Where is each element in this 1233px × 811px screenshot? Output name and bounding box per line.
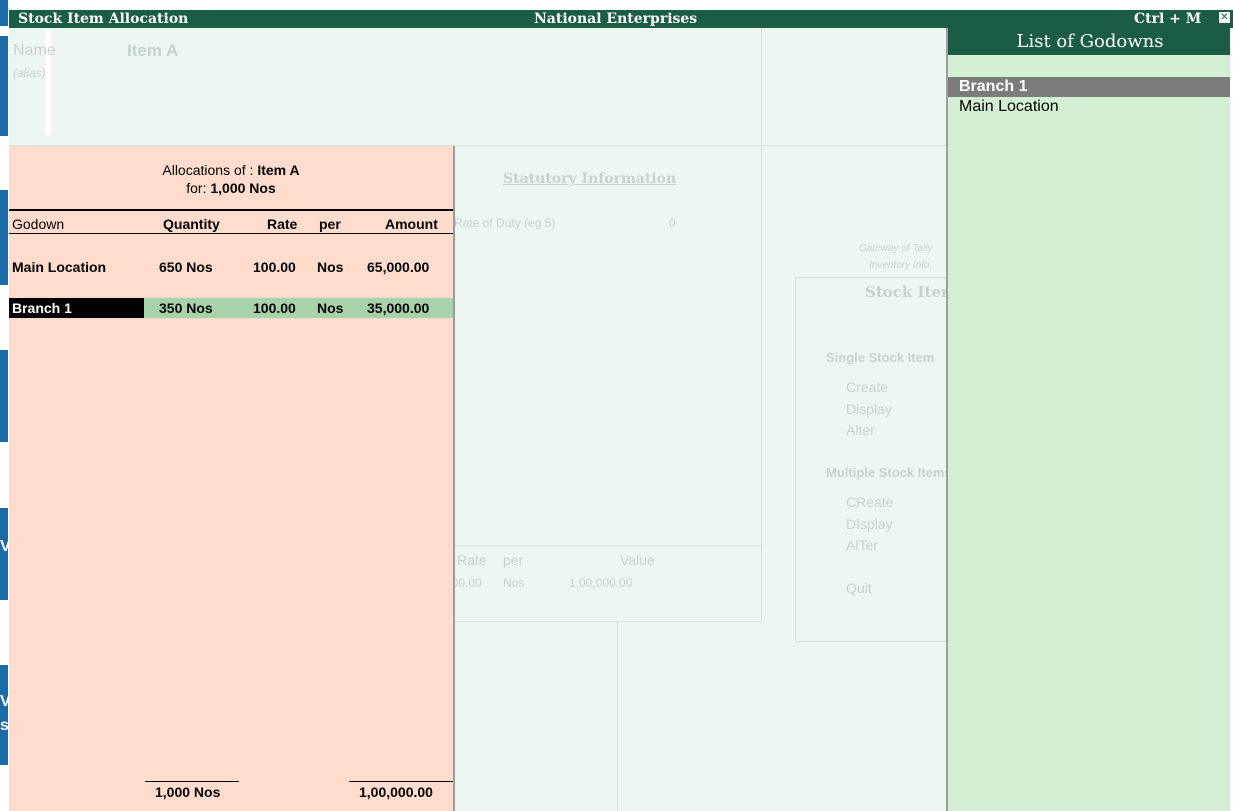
statutory-heading: Statutory Information	[503, 171, 677, 187]
side-tab[interactable]	[0, 36, 8, 136]
col-quantity: Quantity	[163, 216, 220, 232]
row-rate: 100.00	[253, 300, 296, 316]
bottom-per-value: Nos	[503, 576, 525, 590]
divider	[454, 545, 762, 546]
menu-quit: Quit	[846, 580, 872, 596]
bottom-rate-label: Rate	[457, 552, 487, 568]
row-per: Nos	[317, 259, 344, 275]
bottom-per-label: per	[503, 552, 524, 568]
row-godown[interactable]: Branch 1	[12, 298, 72, 318]
row-rate: 100.00	[253, 259, 296, 275]
col-per: per	[319, 216, 341, 232]
bottom-value: 1,00,000.00	[569, 576, 633, 590]
row-quantity: 650 Nos	[159, 259, 213, 275]
list-item[interactable]: Branch 1	[948, 77, 1232, 97]
multiple-stock-heading: Multiple Stock Items	[826, 465, 952, 480]
table-row[interactable]: Main Location 650 Nos 100.00 Nos 65,000.…	[9, 257, 453, 277]
allocation-for-label: for:	[186, 180, 207, 196]
divider	[454, 621, 762, 622]
shortcut-hint: Ctrl + M	[1134, 11, 1202, 27]
total-line	[145, 781, 239, 782]
list-of-godowns-panel: List of Godowns Branch 1 Main Location	[946, 28, 1232, 811]
header-bottom-line	[9, 233, 453, 234]
col-amount: Amount	[385, 216, 438, 232]
list-item[interactable]: Main Location	[948, 97, 1232, 117]
name-label: Name	[13, 42, 56, 59]
side-tab[interactable]	[0, 350, 8, 442]
menu-alter-multi: AlTer	[846, 537, 878, 553]
company-name: National Enterprises	[534, 11, 698, 27]
inventory-info-label: Inventory Info.	[869, 260, 933, 271]
side-tab[interactable]	[0, 190, 8, 285]
screen-title: Stock Item Allocation	[18, 11, 189, 27]
total-quantity: 1,000 Nos	[155, 784, 221, 800]
gateway-label: Gateway of Tally	[859, 243, 933, 254]
rate-of-duty-label: Rate of Duty (eg 5)	[454, 216, 556, 230]
menu-display: Display	[846, 401, 892, 417]
side-tab[interactable]: V	[0, 508, 11, 600]
side-tab[interactable]	[0, 0, 8, 26]
allocation-of-label: Allocations of :	[162, 162, 254, 178]
side-tab[interactable]: V s	[0, 665, 11, 765]
col-rate: Rate	[267, 216, 298, 232]
stock-items-menu-box	[795, 277, 967, 642]
row-amount: 65,000.00	[367, 259, 430, 275]
name-value: Item A	[127, 41, 179, 60]
header-top-line	[9, 209, 453, 211]
rate-of-duty-value: 0	[669, 216, 676, 230]
close-icon[interactable]: ✕	[1219, 12, 1230, 23]
list-title: List of Godowns	[948, 28, 1232, 55]
row-per: Nos	[317, 300, 344, 316]
allocation-item: Item A	[257, 162, 300, 178]
title-bar: Stock Item Allocation National Enterpris…	[9, 10, 1233, 28]
row-amount: 35,000.00	[367, 300, 430, 316]
allocation-for-qty: 1,000 Nos	[210, 180, 276, 196]
divider	[761, 28, 762, 621]
menu-create-multi: CReate	[846, 494, 894, 510]
side-tab-letter: s	[0, 717, 9, 734]
menu-display-multi: DIsplay	[846, 516, 893, 532]
table-row[interactable]: Branch 1 350 Nos 100.00 Nos 35,000.00	[9, 298, 453, 318]
total-line	[349, 781, 453, 782]
allocation-header: Allocations of : Item A for: 1,000 Nos	[9, 161, 453, 197]
row-godown: Main Location	[12, 259, 107, 275]
bottom-value-label: Value	[620, 552, 655, 568]
alias-label: (alias)	[13, 66, 46, 80]
menu-create: Create	[846, 379, 889, 395]
col-godown: Godown	[12, 216, 65, 232]
total-amount: 1,00,000.00	[359, 784, 433, 800]
row-quantity: 350 Nos	[159, 300, 213, 316]
allocation-panel: Allocations of : Item A for: 1,000 Nos G…	[9, 146, 455, 811]
menu-alter: Alter	[846, 422, 875, 438]
divider	[617, 621, 618, 811]
single-stock-heading: Single Stock Item	[826, 350, 935, 365]
